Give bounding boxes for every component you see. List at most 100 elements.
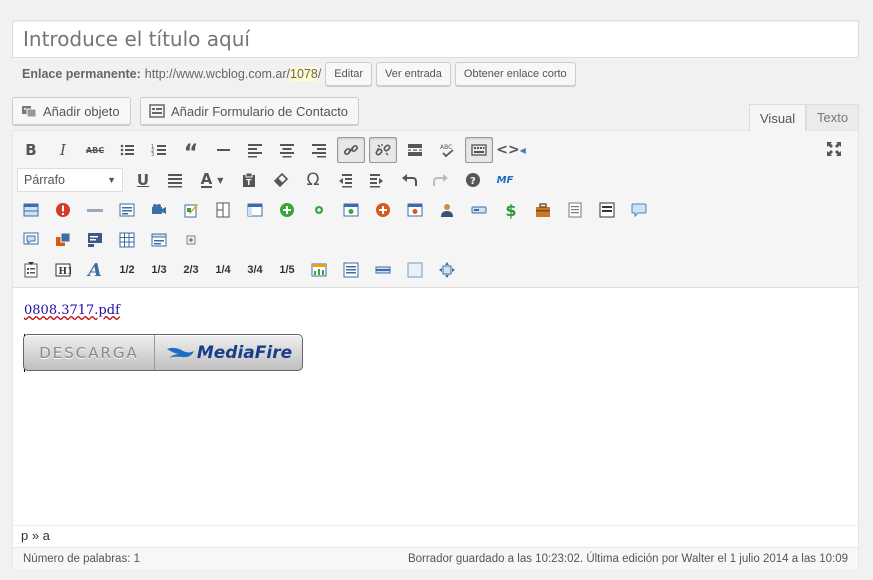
toggle-box-icon	[407, 203, 423, 217]
align-center-button[interactable]	[273, 137, 301, 163]
columns-button[interactable]	[209, 197, 237, 223]
justify-button[interactable]	[161, 167, 189, 193]
redo-button[interactable]	[427, 167, 455, 193]
align-center-icon	[280, 144, 294, 158]
column-3-4-button[interactable]: 3/4	[241, 257, 269, 283]
edit-permalink-button[interactable]: Editar	[325, 62, 373, 86]
help-button[interactable]: ?	[459, 167, 487, 193]
font-style-icon: A	[88, 259, 102, 281]
text-color-button[interactable]: A ▼	[193, 167, 231, 193]
paste-text-button[interactable]: T	[235, 167, 263, 193]
video-button[interactable]	[145, 197, 173, 223]
editor-content[interactable]: 0808.3717.pdf DESCARGA MediaFire	[13, 289, 858, 523]
button-shortcode-button[interactable]	[465, 197, 493, 223]
pdf-file-link[interactable]: 0808.3717.pdf	[24, 303, 120, 318]
author-button[interactable]	[433, 197, 461, 223]
grid-button[interactable]	[113, 227, 141, 253]
edit-note-button[interactable]	[177, 197, 205, 223]
align-right-icon	[312, 144, 326, 158]
post-title-input[interactable]	[12, 20, 859, 58]
dollar-icon: $	[505, 200, 517, 220]
unlink-button[interactable]	[369, 137, 397, 163]
blockquote-button[interactable]: “	[177, 137, 205, 165]
get-shortlink-button[interactable]: Obtener enlace corto	[454, 62, 576, 86]
font-style-button[interactable]: A	[81, 257, 109, 283]
tab-box-icon	[343, 203, 359, 217]
underline-button[interactable]: U	[129, 167, 157, 193]
column-2-3-button[interactable]: 2/3	[177, 257, 205, 283]
gallery-button[interactable]	[49, 227, 77, 253]
undo-button[interactable]	[395, 167, 423, 193]
autosave-status: Borrador guardado a las 10:23:02. Última…	[407, 552, 848, 565]
add-orange-button[interactable]	[369, 197, 397, 223]
fullscreen-button[interactable]	[820, 136, 848, 162]
mf-plugin-button[interactable]: MF	[491, 167, 519, 193]
chart-button[interactable]	[305, 257, 333, 283]
bold-button[interactable]: B	[17, 137, 45, 163]
outdent-button[interactable]	[331, 167, 359, 193]
column-1-5-button[interactable]: 1/5	[273, 257, 301, 283]
add-media-button[interactable]: Añadir objeto	[12, 97, 131, 125]
panel-icon	[247, 203, 263, 217]
insert-link-button[interactable]	[337, 137, 365, 163]
word-count: Número de palabras: 1	[23, 552, 140, 565]
testimonial-button[interactable]	[17, 227, 45, 253]
strikethrough-button[interactable]: ABC	[81, 137, 109, 163]
align-left-button[interactable]	[241, 137, 269, 163]
column-1-3-button[interactable]: 1/3	[145, 257, 173, 283]
checklist-button[interactable]	[17, 257, 45, 283]
bar-button[interactable]	[369, 257, 397, 283]
omega-icon: Ω	[306, 170, 320, 190]
content-box-button[interactable]	[145, 227, 173, 253]
tab-box-button[interactable]	[337, 197, 365, 223]
column-1-2-button[interactable]: 1/2	[113, 257, 141, 283]
speech-bubble-icon	[631, 203, 647, 218]
bullet-list-button[interactable]	[113, 137, 141, 163]
code-button[interactable]: <> ◀	[496, 137, 526, 163]
expand-button[interactable]	[177, 227, 205, 253]
underline-icon: U	[136, 171, 150, 189]
spellcheck-button[interactable]: ABC	[433, 137, 461, 163]
tab-text[interactable]: Texto	[806, 104, 860, 130]
pricing-button[interactable]: $	[497, 197, 525, 223]
toggle-box-button[interactable]	[401, 197, 429, 223]
toolbar-toggle-button[interactable]	[465, 137, 493, 163]
chevron-down-icon: ▼	[107, 175, 116, 185]
insert-more-button[interactable]	[401, 137, 429, 163]
format-select[interactable]: Párrafo ▼	[17, 168, 123, 192]
tooltip-button[interactable]	[625, 197, 653, 223]
clear-formatting-button[interactable]	[267, 167, 295, 193]
divider-button[interactable]	[81, 197, 109, 223]
column-1-4-button[interactable]: 1/4	[209, 257, 237, 283]
heading-button[interactable]: H1	[49, 257, 77, 283]
special-character-button[interactable]: Ω	[299, 167, 327, 193]
callout-button[interactable]	[81, 227, 109, 253]
table-button[interactable]	[17, 197, 45, 223]
document-icon	[568, 202, 582, 218]
portfolio-button[interactable]	[529, 197, 557, 223]
text-block-button[interactable]	[113, 197, 141, 223]
numbered-list-button[interactable]: 123	[145, 137, 173, 163]
bar-icon	[375, 266, 391, 274]
mediafire-download-button[interactable]: DESCARGA MediaFire	[23, 334, 303, 371]
link-icon	[343, 144, 359, 156]
view-post-button[interactable]: Ver entrada	[376, 62, 451, 86]
move-button[interactable]	[433, 257, 461, 283]
grid-icon	[119, 232, 135, 248]
panel-button[interactable]	[241, 197, 269, 223]
document-button[interactable]	[561, 197, 589, 223]
indent-button[interactable]	[363, 167, 391, 193]
permalink-slug[interactable]: 1078	[290, 67, 318, 81]
frame-button[interactable]	[401, 257, 429, 283]
permalink-url[interactable]: http://www.wcblog.com.ar/1078/	[145, 67, 321, 81]
align-right-button[interactable]	[305, 137, 333, 163]
alert-button[interactable]	[49, 197, 77, 223]
add-contact-form-button[interactable]: Añadir Formulario de Contacto	[140, 97, 360, 125]
list-layout-button[interactable]	[337, 257, 365, 283]
list-box-button[interactable]	[593, 197, 621, 223]
italic-button[interactable]: I	[49, 137, 77, 163]
add-small-button[interactable]	[305, 197, 333, 223]
horizontal-line-button[interactable]	[209, 137, 237, 163]
add-green-button[interactable]	[273, 197, 301, 223]
tab-visual[interactable]: Visual	[749, 104, 807, 131]
